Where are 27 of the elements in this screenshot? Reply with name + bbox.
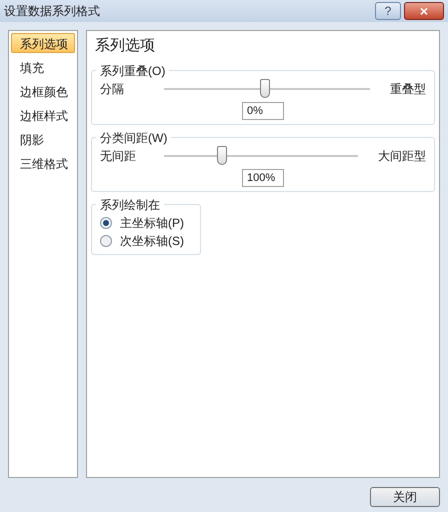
slider-track[interactable] (164, 82, 370, 96)
dialog-close-button[interactable]: 关闭 (370, 487, 440, 507)
group-label: 分类间距(W) (99, 130, 168, 146)
slider-max-label: 重叠型 (390, 80, 426, 98)
radio-button[interactable] (100, 234, 112, 246)
sidebar-item[interactable]: 系列选项 (11, 33, 75, 53)
sidebar-item[interactable]: 边框颜色 (11, 81, 75, 101)
sidebar-item[interactable]: 阴影 (11, 129, 75, 149)
sidebar-item[interactable]: 填充 (11, 57, 75, 77)
slider-max-label: 大间距型 (378, 148, 426, 164)
slider-track[interactable] (164, 148, 358, 162)
radio-label: 次坐标轴(S) (120, 232, 184, 250)
slider-thumb[interactable] (260, 78, 270, 98)
slider-thumb[interactable] (217, 146, 228, 164)
value-field[interactable]: 0% (242, 102, 284, 120)
panel-title: 系列选项 (94, 36, 156, 56)
radio-button[interactable] (100, 216, 112, 228)
slider-min-label: 无间距 (100, 148, 137, 164)
sidebar-item[interactable]: 边框样式 (11, 105, 75, 125)
window-title: 设置数据系列格式 (4, 3, 100, 20)
group-label: 系列绘制在 (99, 196, 161, 214)
value-field[interactable]: 100% (242, 168, 284, 186)
group-label: 系列重叠(O) (99, 62, 166, 80)
slider-min-label: 分隔 (100, 80, 125, 98)
help-button[interactable]: ? (375, 2, 401, 20)
radio-label: 主坐标轴(P) (120, 214, 184, 232)
sidebar-item[interactable]: 三维格式 (11, 153, 75, 173)
